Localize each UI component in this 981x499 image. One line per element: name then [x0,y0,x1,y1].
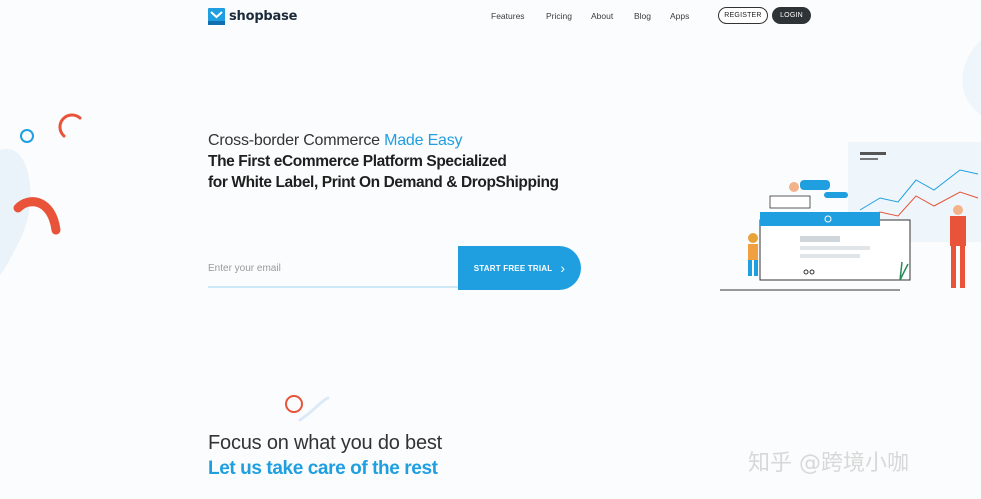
nav-features[interactable]: Features [491,11,525,21]
brand-name: shopbase [229,9,298,24]
login-button[interactable]: LOGIN [772,7,811,24]
start-free-trial-button[interactable]: START FREE TRIAL › [458,246,581,290]
hero-heading-line1: The First eCommerce Platform Specialized [208,153,507,170]
logo[interactable]: shopbase [208,8,297,25]
chevron-right-icon: › [560,260,566,276]
register-button[interactable]: REGISTER [718,7,768,24]
hero-tagline-prefix: Cross-border Commerce [208,132,385,149]
email-input[interactable] [208,250,458,288]
nav-about[interactable]: About [591,11,613,21]
red-arc-decoration [58,113,82,138]
red-ring-decoration [285,395,303,413]
watermark: 知乎 @跨境小咖 [748,451,909,476]
section-heading-line1: Focus on what you do best [208,432,443,454]
hero-tagline-accent: Made Easy [384,132,463,149]
section-heading-line2: Let us take care of the rest [208,458,438,479]
nav-blog[interactable]: Blog [634,11,651,21]
shopbase-bag-icon [208,8,225,25]
start-free-trial-label: START FREE TRIAL [473,263,553,273]
blue-ring-decoration [20,129,34,143]
hero-illustration [720,142,981,291]
nav-apps[interactable]: Apps [670,11,689,21]
nav-pricing[interactable]: Pricing [546,11,572,21]
hero-tagline: Cross-border Commerce Made Easy [208,132,463,150]
hero-heading-line2: for White Label, Print On Demand & DropS… [208,174,559,191]
